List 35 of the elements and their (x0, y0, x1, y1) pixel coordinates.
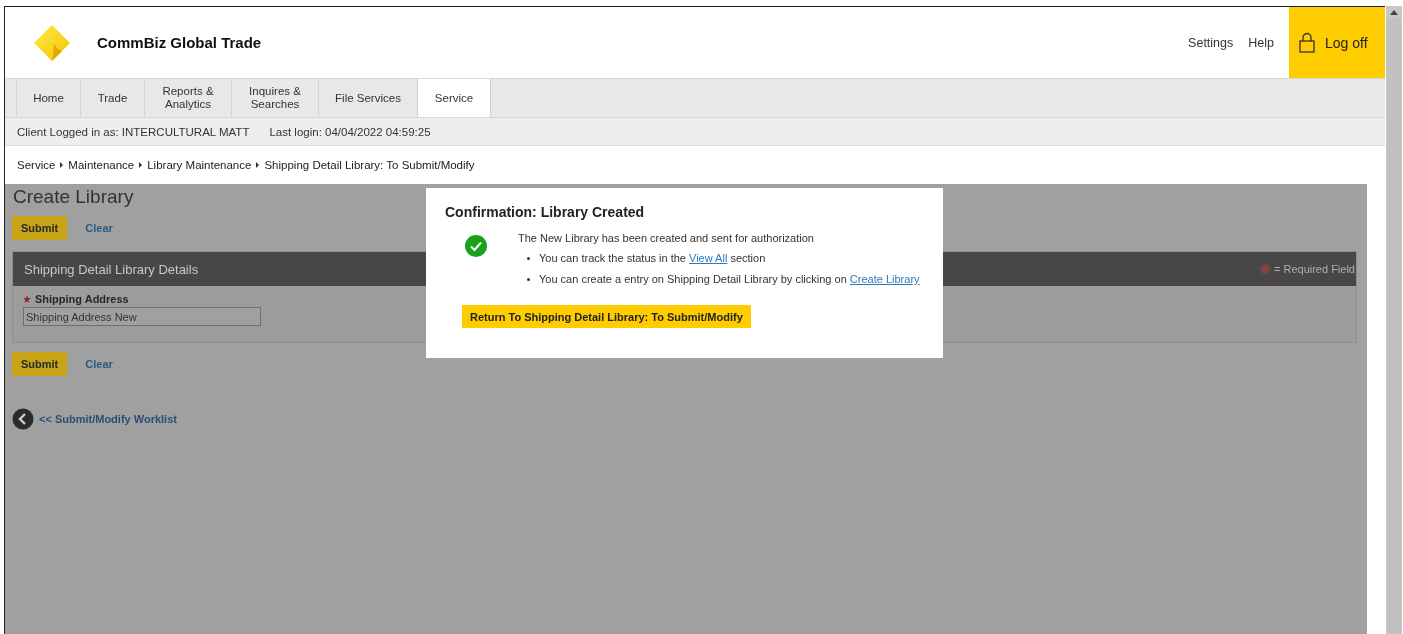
info-text: Last login: 04/04/2022 04:59:25 (269, 125, 431, 138)
page-title: Create Library (13, 186, 135, 208)
section-title: Shipping Detail Library Details (24, 261, 199, 277)
return-button[interactable]: Return To Shipping Detail Library: To Submit/Modify (462, 305, 751, 328)
bullet-icon (527, 256, 530, 260)
info-text: Client Logged in as: INTERCULTURAL MATT (17, 125, 250, 138)
breadcrumb-separator-icon (60, 162, 64, 168)
breadcrumb-link[interactable]: Library Maintenance (147, 159, 252, 171)
input-field[interactable]: Shipping Address New (23, 307, 261, 326)
breadcrumb-link[interactable]: Service (17, 159, 56, 171)
breadcrumb-link[interactable]: Shipping Detail Library: To Submit/Modify (264, 159, 475, 171)
nav-tab[interactable]: Service (418, 79, 491, 117)
header-link[interactable]: Help (1248, 35, 1274, 50)
breadcrumb-separator-icon (256, 162, 260, 168)
nav-tab[interactable]: Home (16, 79, 81, 117)
success-check-icon (465, 235, 487, 257)
dialog-text: You can create a entry on Shipping Detail Library by clicking on Create Library (539, 273, 920, 285)
dialog-text: You can track the status in the View All section (539, 252, 766, 264)
bullet-icon (527, 277, 530, 281)
text-link[interactable]: Create Library (849, 273, 920, 285)
logo-icon (32, 22, 72, 63)
field-label: Shipping Address (35, 293, 129, 305)
brand-title: CommBiz Global Trade (97, 34, 262, 51)
breadcrumb-link[interactable]: Maintenance (68, 159, 135, 171)
submit-button[interactable]: Submit (12, 352, 68, 376)
breadcrumb-separator-icon (139, 162, 143, 168)
submit-button[interactable]: Submit (12, 216, 68, 240)
required-star-icon (1258, 263, 1271, 275)
dialog-message: The New Library has been created and sent for authorization (518, 232, 815, 244)
text-link[interactable]: View All (689, 252, 728, 264)
lock-icon (1299, 32, 1315, 53)
required-note: = Required Field (1273, 263, 1355, 275)
header-link[interactable]: Settings (1188, 35, 1234, 50)
logoff-button[interactable]: Log off (1289, 7, 1385, 78)
dialog-title: Confirmation: Library Created (445, 204, 646, 220)
